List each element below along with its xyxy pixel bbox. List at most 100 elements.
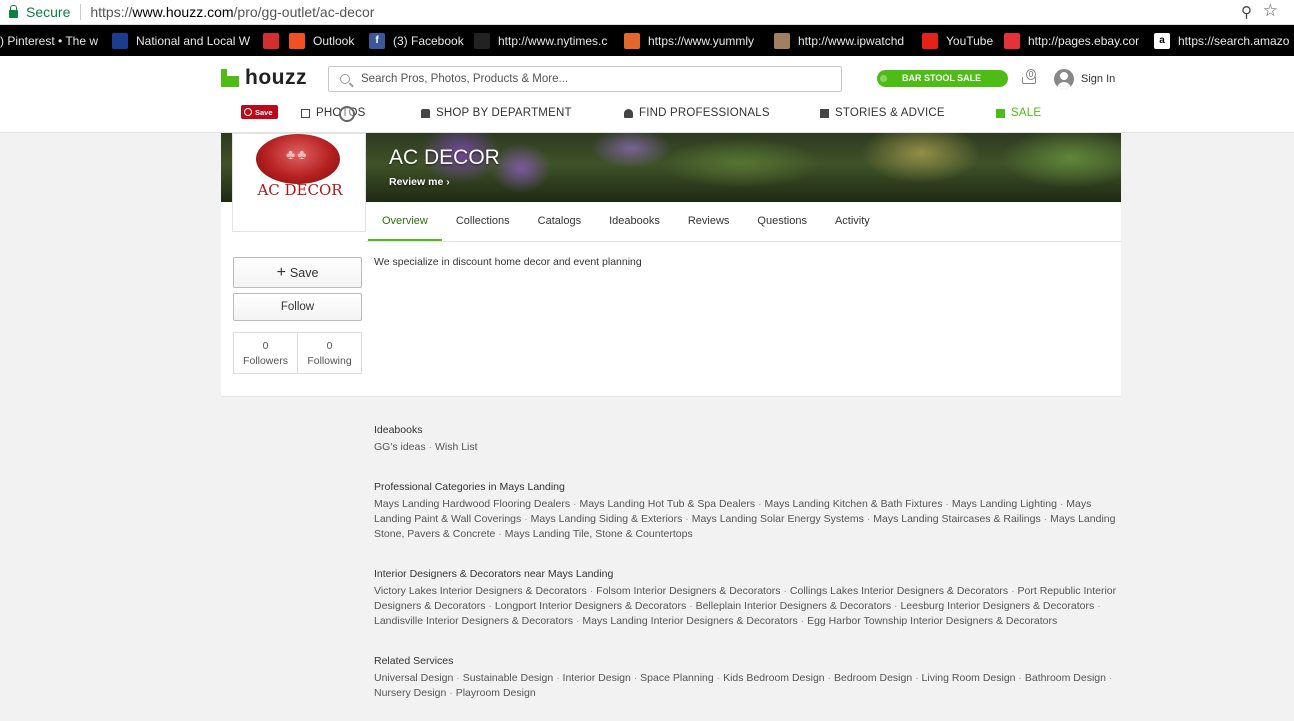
yummly-icon — [624, 32, 640, 49]
amazon-icon: a — [1154, 32, 1170, 49]
link-separator: · — [713, 672, 724, 684]
shop-icon — [421, 108, 430, 118]
footer-link[interactable]: Living Room Design — [922, 672, 1016, 684]
footer-link[interactable]: Sustainable Design — [463, 672, 553, 684]
footer-link[interactable]: Universal Design — [374, 672, 453, 684]
url-field[interactable]: https://www.houzz.com/pro/gg-outlet/ac-d… — [90, 4, 374, 20]
footer-link[interactable]: Folsom Interior Designers & Decorators — [596, 585, 780, 597]
footer-link[interactable]: Mays Landing Solar Energy Systems — [692, 513, 864, 525]
facebook-icon: f — [369, 32, 385, 49]
tab-activity[interactable]: Activity — [821, 202, 884, 241]
followers-stat[interactable]: 0 Followers — [234, 333, 297, 373]
footer-link[interactable]: Wish List — [435, 441, 478, 453]
link-separator: · — [446, 687, 456, 699]
related-services-heading: Related Services — [374, 655, 454, 667]
nav-find-professionals[interactable]: FIND PROFESSIONALS — [624, 107, 770, 119]
footer-link[interactable]: Egg Harbor Township Interior Designers &… — [807, 615, 1057, 627]
chairs-icon: ♣♣ — [286, 146, 309, 162]
bookmark-item[interactable]: a https://search.amazo — [1154, 32, 1289, 49]
bookmark-item[interactable]: http://www.ipwatchd — [774, 32, 904, 49]
save-button[interactable]: + Save — [233, 257, 362, 288]
search-input[interactable] — [361, 73, 821, 85]
review-me-label: Review me — [389, 176, 444, 188]
nav-shop-by-department[interactable]: SHOP BY DEPARTMENT — [421, 107, 572, 119]
bookmark-label: http://pages.ebay.cor — [1028, 33, 1140, 48]
footer-link[interactable]: Bathroom Design — [1025, 672, 1106, 684]
footer-link[interactable]: Playroom Design — [456, 687, 536, 699]
footer-link[interactable]: Victory Lakes Interior Designers & Decor… — [374, 585, 587, 597]
footer-link[interactable]: Landisville Interior Designers & Decorat… — [374, 615, 573, 627]
tab-overview[interactable]: Overview — [368, 202, 442, 241]
bar-stool-sale-banner[interactable]: BAR STOOL SALE — [877, 70, 1008, 87]
chevron-right-icon: › — [446, 176, 450, 188]
link-separator: · — [495, 528, 505, 540]
stories-icon — [820, 108, 829, 118]
bookmark-item[interactable]: Outlook — [289, 32, 354, 49]
link-separator: · — [1105, 672, 1113, 684]
link-separator: · — [453, 672, 463, 684]
footer-link[interactable]: Mays Landing Kitchen & Bath Fixtures — [764, 498, 942, 510]
cart-icon[interactable]: 0 — [1021, 69, 1037, 86]
footer-link[interactable]: Mays Landing Interior Designers & Decora… — [582, 615, 797, 627]
ipwatchdog-icon — [774, 32, 790, 49]
bookmark-label: ) Pinterest • The w — [0, 33, 99, 48]
bookmark-item[interactable]: ) Pinterest • The w — [0, 34, 98, 48]
bookmark-item[interactable] — [263, 32, 287, 49]
footer-link[interactable]: Bedroom Design — [834, 672, 912, 684]
user-avatar-icon[interactable] — [1054, 69, 1074, 89]
footer-link[interactable]: Nursery Design — [374, 687, 446, 699]
footer-link[interactable]: Kids Bedroom Design — [723, 672, 825, 684]
footer-link[interactable]: Interior Design — [563, 672, 631, 684]
link-separator: · — [586, 585, 597, 597]
tab-catalogs[interactable]: Catalogs — [524, 202, 595, 241]
footer-link[interactable]: Mays Landing Hot Tub & Spa Dealers — [579, 498, 755, 510]
follow-button[interactable]: Follow — [233, 293, 362, 321]
nav-stories-advice[interactable]: STORIES & ADVICE — [820, 107, 945, 119]
footer-link[interactable]: Belleplain Interior Designers & Decorato… — [696, 600, 892, 612]
footer-link[interactable]: GG's ideas — [374, 441, 426, 453]
bookmark-item[interactable]: YouTube — [922, 32, 993, 49]
nav-photos[interactable]: PHOTOS — [301, 107, 366, 119]
bookmark-star-icon[interactable]: ☆ — [1263, 1, 1278, 21]
footer-link[interactable]: Collings Lakes Interior Designers & Deco… — [790, 585, 1008, 597]
tab-ideabooks[interactable]: Ideabooks — [595, 202, 674, 241]
footer-link[interactable]: Mays Landing Tile, Stone & Countertops — [505, 528, 693, 540]
footer-link[interactable]: Longport Interior Designers & Decorators — [495, 600, 686, 612]
tab-questions[interactable]: Questions — [743, 202, 821, 241]
pro-categories-section: Professional Categories in Mays Landing … — [374, 480, 1122, 542]
search-box[interactable] — [328, 66, 842, 92]
footer-link[interactable]: Mays Landing Lighting — [952, 498, 1057, 510]
footer-link[interactable]: Space Planning — [640, 672, 714, 684]
tab-collections[interactable]: Collections — [442, 202, 524, 241]
footer-link[interactable]: Mays Landing Hardwood Flooring Dealers — [374, 498, 570, 510]
nav-shop-label: SHOP BY DEPARTMENT — [436, 107, 572, 119]
houzz-logo[interactable]: houzz — [221, 66, 307, 90]
footer-link[interactable]: Mays Landing Siding & Exteriors — [531, 513, 683, 525]
bookmarks-bar: ) Pinterest • The w National and Local W O… — [0, 25, 1294, 56]
review-me-link[interactable]: Review me › — [389, 176, 450, 188]
footer-link[interactable]: Leesburg Interior Designers & Decorators — [900, 600, 1094, 612]
bookmark-item[interactable]: http://www.nytimes.c — [474, 32, 607, 49]
nav-sale[interactable]: SALE — [996, 107, 1041, 119]
link-separator: · — [686, 600, 696, 612]
bookmark-item[interactable]: http://pages.ebay.cor — [1004, 32, 1140, 49]
nytimes-icon — [474, 32, 490, 49]
ideabooks-links: GG's ideas · Wish List — [374, 440, 1122, 455]
bookmark-item[interactable]: f (3) Facebook — [369, 32, 464, 49]
tab-reviews[interactable]: Reviews — [674, 202, 744, 241]
footer-link[interactable]: Mays Landing Staircases & Railings — [873, 513, 1041, 525]
bookmark-item[interactable]: National and Local W — [112, 32, 250, 49]
pinterest-save-button[interactable]: Save — [241, 105, 278, 119]
pro-categories-heading: Professional Categories in Mays Landing — [374, 481, 565, 493]
pinterest-icon — [244, 108, 252, 116]
houzz-logo-icon — [221, 69, 239, 87]
profile-logo[interactable]: ♣♣ AC DECOR — [232, 133, 366, 232]
zoom-icon[interactable]: ⚲ — [1241, 3, 1252, 21]
ideabooks-section: Ideabooks GG's ideas · Wish List — [374, 423, 1122, 455]
sign-in-link[interactable]: Sign In — [1081, 73, 1115, 85]
bookmark-item[interactable]: https://www.yummly — [624, 32, 754, 49]
address-bar: Secure https://www.houzz.com/pro/gg-outl… — [0, 0, 1294, 25]
following-stat[interactable]: 0 Following — [297, 333, 361, 373]
link-separator: · — [1094, 600, 1101, 612]
link-separator: · — [942, 498, 952, 510]
